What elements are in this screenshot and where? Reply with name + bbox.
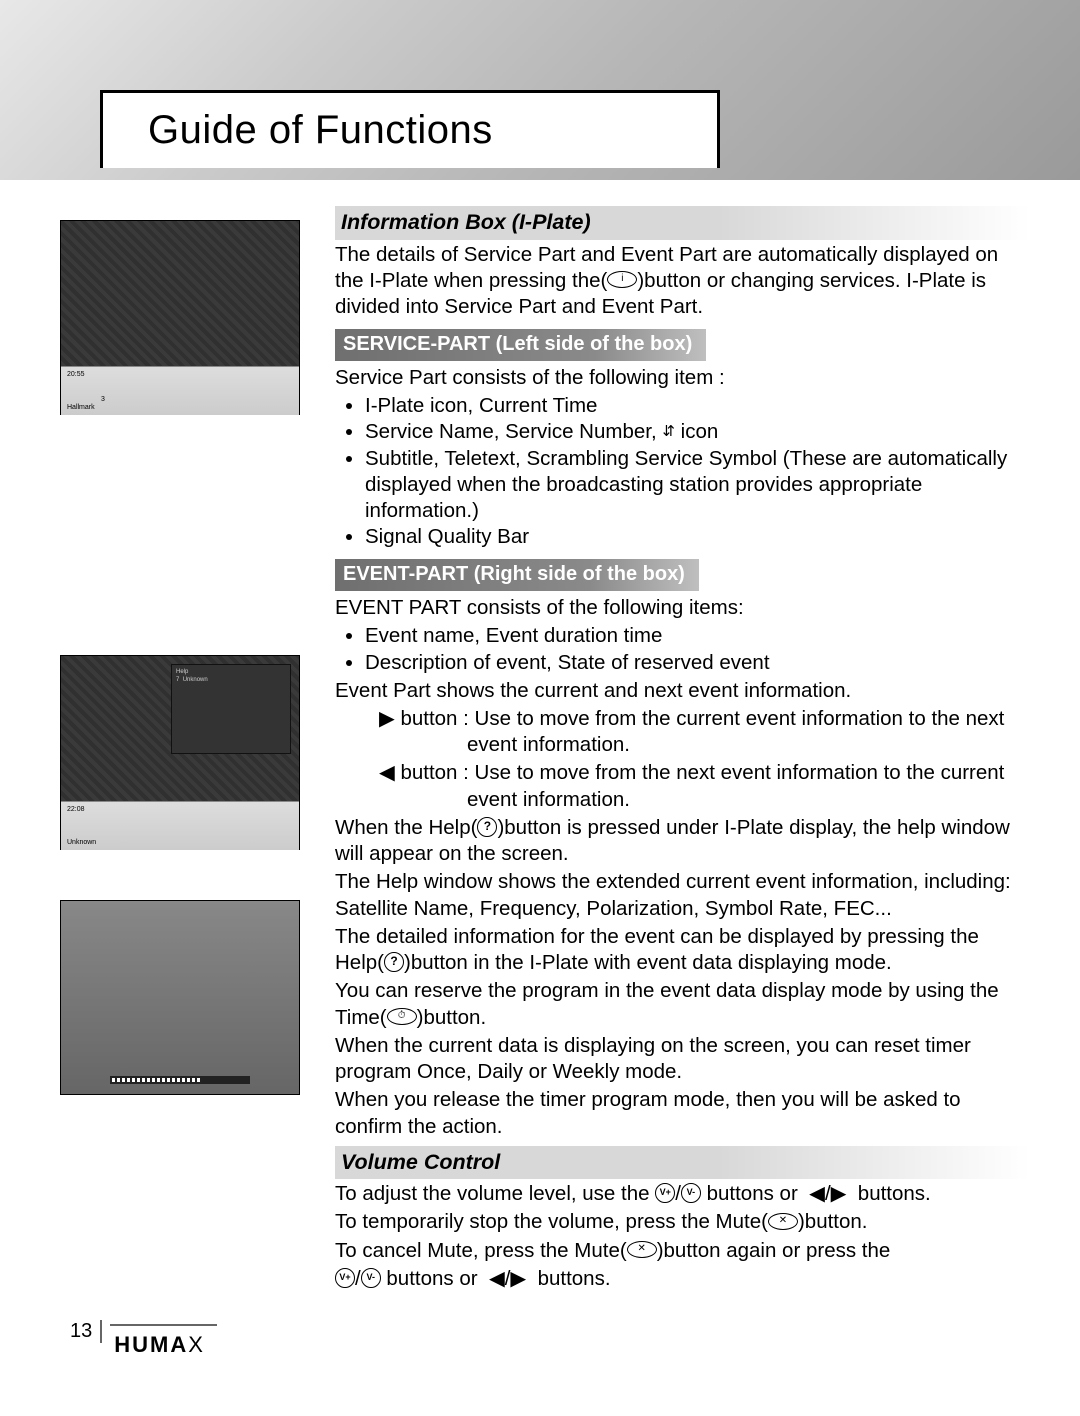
right-button-note: ▶ button : Use to move from the current … [357,706,1030,758]
event-part-lead: EVENT PART consists of the following ite… [335,595,1030,621]
vminus-icon: V- [361,1268,381,1288]
time-para-2: When the current data is displaying on t… [335,1033,1030,1085]
mute-icon: ✕ [768,1213,798,1230]
intro-text: The details of Service Part and Event Pa… [335,242,1030,321]
event-part-list: Event name, Event duration time Descript… [335,623,1030,675]
vminus-icon: V- [681,1183,701,1203]
page-footer: 13 HUMAX [70,1324,1080,1356]
service-part-lead: Service Part consists of the following i… [335,365,1030,391]
title-box: Guide of Functions [100,90,720,168]
list-item: Subtitle, Teletext, Scrambling Service S… [365,446,1030,525]
ss1-ch: 3 [101,396,105,403]
heading-volume-control: Volume Control [335,1146,1030,1180]
vol-line1: To adjust the volume level, use the V+/V… [335,1181,1030,1207]
time-para-1: You can reserve the program in the event… [335,978,1030,1030]
page-title: Guide of Functions [148,108,493,153]
mute-icon: ✕ [627,1241,657,1258]
ss2-time: 22:08 [67,806,85,813]
heading-event-part: EVENT-PART (Right side of the box) [335,559,699,591]
list-item: Event name, Event duration time [365,623,1030,649]
vplus-icon: V+ [655,1183,675,1203]
list-item: Service Name, Service Number, ⇵ icon [365,419,1030,445]
vol-line4: V+/V- buttons or ◀/▶ buttons. [335,1266,1030,1292]
time-icon: ⏱ [387,1008,417,1025]
heading-service-part: SERVICE-PART (Left side of the box) [335,329,706,361]
vol-line3: To cancel Mute, press the Mute(✕)button … [335,1238,1030,1264]
screenshot-column: 20:55 Hallmark 3 Help 7 Unknown 22:08 Un… [60,200,300,1294]
screenshot-iplate: 20:55 Hallmark 3 [60,220,300,415]
left-button-note: ◀ button : Use to move from the next eve… [357,760,1030,812]
help-para-3: The detailed information for the event c… [335,924,1030,976]
info-icon: i [607,271,637,288]
vplus-icon: V+ [335,1268,355,1288]
help-para-2: The Help window shows the extended curre… [335,869,1030,921]
help-icon: ? [384,952,404,972]
help-icon: ? [477,817,497,837]
volume-bar [110,1076,250,1084]
sync-icon: ⇵ [662,422,675,441]
screenshot-volume [60,900,300,1095]
event-line1: Event Part shows the current and next ev… [335,678,1030,704]
brand-logo: HUMAX [110,1324,217,1356]
service-part-list: I-Plate icon, Current Time Service Name,… [335,393,1030,550]
text-column: Information Box (I-Plate) The details of… [335,200,1030,1294]
vol-line2: To temporarily stop the volume, press th… [335,1209,1030,1235]
ss2-help-popup: Help 7 Unknown [171,664,291,754]
ss1-time: 20:55 [67,371,85,378]
help-para-1: When the Help(?)button is pressed under … [335,815,1030,867]
list-item: Description of event, State of reserved … [365,650,1030,676]
heading-information-box: Information Box (I-Plate) [335,206,1030,240]
ss2-name: Unknown [67,839,96,846]
header-band: Guide of Functions [0,0,1080,180]
list-item: Signal Quality Bar [365,524,1030,550]
list-item: I-Plate icon, Current Time [365,393,1030,419]
page-number: 13 [70,1320,102,1343]
screenshot-help: Help 7 Unknown 22:08 Unknown [60,655,300,850]
time-para-3: When you release the timer program mode,… [335,1087,1030,1139]
ss1-name: Hallmark [67,404,95,411]
ss2-help-title: Help [176,669,286,675]
